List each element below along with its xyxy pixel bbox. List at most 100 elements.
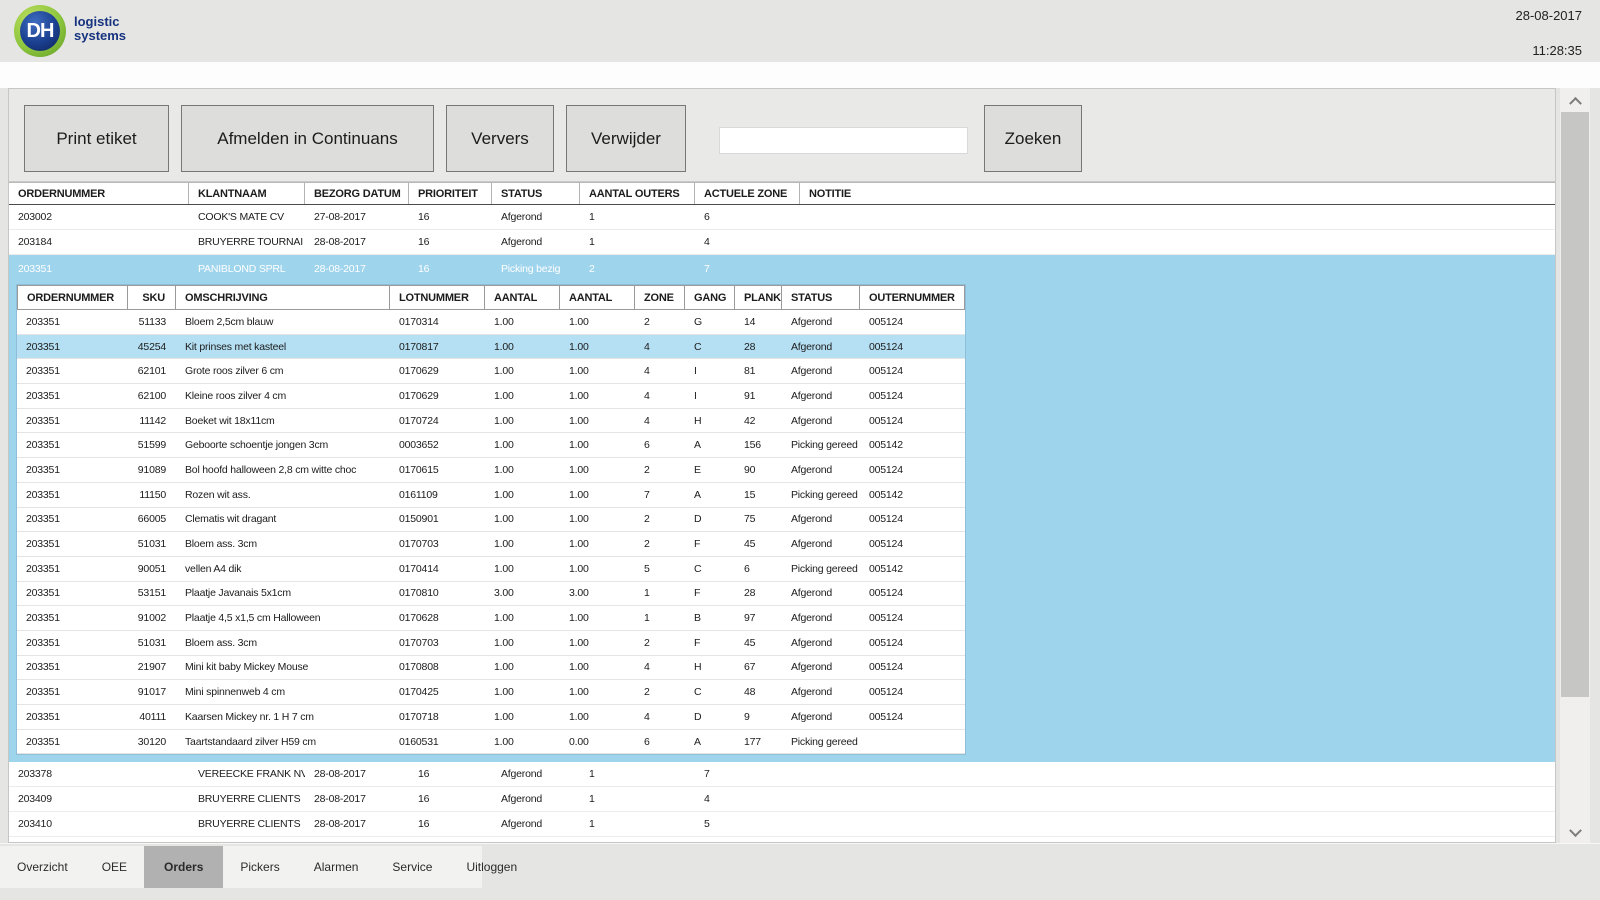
table-row[interactable]: 20335130120Taartstandaard zilver H59 cm0… xyxy=(17,730,965,755)
scroll-down-button[interactable] xyxy=(1560,821,1590,845)
table-cell: G xyxy=(685,310,735,334)
table-row[interactable]: 20335162101Grote roos zilver 6 cm0170629… xyxy=(17,359,965,384)
table-row[interactable]: 20335111142Boeket wit 18x11cm01707241.00… xyxy=(17,409,965,434)
table-cell: 005124 xyxy=(860,656,965,680)
table-cell: 45 xyxy=(735,532,782,556)
table-row[interactable]: 20335151599Geboorte schoentje jongen 3cm… xyxy=(17,433,965,458)
table-cell: 1.00 xyxy=(560,433,635,457)
table-row[interactable]: 20335140111Kaarsen Mickey nr. 1 H 7 cm01… xyxy=(17,705,965,730)
table-row[interactable]: 20335190051vellen A4 dik01704141.001.005… xyxy=(17,557,965,582)
scrollbar-thumb[interactable] xyxy=(1561,112,1589,697)
table-cell: BEZORG DATUM xyxy=(305,183,409,204)
table-row[interactable]: 20335151133Bloem 2,5cm blauw01703141.001… xyxy=(17,310,965,335)
scroll-up-button[interactable] xyxy=(1560,88,1590,112)
table-cell: 1.00 xyxy=(485,409,560,433)
table-row[interactable]: 203002COOK'S MATE CV27-08-201716Afgerond… xyxy=(9,205,1555,230)
table-cell: 4 xyxy=(635,359,685,383)
nav-item-uitloggen[interactable]: Uitloggen xyxy=(449,846,534,888)
table-row[interactable]: 20335151031Bloem ass. 3cm01707031.001.00… xyxy=(17,631,965,656)
table-cell: 1.00 xyxy=(485,532,560,556)
table-row[interactable]: 20335111150Rozen wit ass.01611091.001.00… xyxy=(17,483,965,508)
vertical-scrollbar[interactable] xyxy=(1560,88,1590,845)
table-cell: 1.00 xyxy=(485,508,560,532)
table-cell: 2 xyxy=(635,532,685,556)
table-row[interactable]: 20335166005Clematis wit dragant01509011.… xyxy=(17,508,965,533)
table-cell: KLANTNAAM xyxy=(189,183,305,204)
table-cell: Plaatje 4,5 x1,5 cm Halloween xyxy=(176,606,390,630)
table-cell: 1.00 xyxy=(560,631,635,655)
nav-item-alarmen[interactable]: Alarmen xyxy=(297,846,376,888)
table-cell: Plaatje Javanais 5x1cm xyxy=(176,582,390,606)
table-cell: 1.00 xyxy=(560,359,635,383)
table-row[interactable]: 203409BRUYERRE CLIENTS28-08-201716Afgero… xyxy=(9,787,1555,812)
table-cell: 48 xyxy=(735,680,782,704)
table-cell: 51133 xyxy=(128,310,176,334)
table-cell: Picking gereed xyxy=(782,433,860,457)
table-row[interactable]: 203410BRUYERRE CLIENTS28-08-201716Afgero… xyxy=(9,812,1555,837)
table-cell: Clematis wit dragant xyxy=(176,508,390,532)
nav-item-overzicht[interactable]: Overzicht xyxy=(0,846,85,888)
table-row[interactable]: 20335191017Mini spinnenweb 4 cm01704251.… xyxy=(17,680,965,705)
table-cell: Afgerond xyxy=(782,458,860,482)
table-cell: 1.00 xyxy=(560,705,635,729)
table-cell: 7 xyxy=(695,762,800,786)
table-cell: 21907 xyxy=(128,656,176,680)
table-cell: 1.00 xyxy=(485,384,560,408)
table-cell: 1 xyxy=(580,787,695,811)
nav-item-pickers[interactable]: Pickers xyxy=(223,846,296,888)
table-cell: 45254 xyxy=(128,335,176,359)
afmelden-continuans-button[interactable]: Afmelden in Continuans xyxy=(181,105,434,172)
table-cell: 1 xyxy=(580,762,695,786)
zoeken-button[interactable]: Zoeken xyxy=(984,105,1082,172)
table-cell: COOK'S MATE CV xyxy=(189,205,305,229)
table-cell: 1.00 xyxy=(560,384,635,408)
table-cell: 203002 xyxy=(9,205,189,229)
orders-panel: Print etiket Afmelden in Continuans Verv… xyxy=(8,88,1556,843)
table-cell: 1.00 xyxy=(485,606,560,630)
table-cell: 005124 xyxy=(860,359,965,383)
table-cell: Afgerond xyxy=(492,787,580,811)
table-cell: 1.00 xyxy=(560,606,635,630)
table-cell: 203351 xyxy=(17,335,128,359)
verwijder-button[interactable]: Verwijder xyxy=(566,105,686,172)
table-cell: 203378 xyxy=(9,762,189,786)
table-cell: Afgerond xyxy=(782,656,860,680)
table-cell: 0170425 xyxy=(390,680,485,704)
table-row[interactable]: 20335121907Mini kit baby Mickey Mouse017… xyxy=(17,656,965,681)
table-cell: AANTAL OUTERS xyxy=(580,183,695,204)
ververs-button[interactable]: Ververs xyxy=(446,105,554,172)
table-cell: C xyxy=(685,335,735,359)
table-cell: F xyxy=(685,532,735,556)
table-row[interactable]: 203184BRUYERRE TOURNAI SPRL28-08-201716A… xyxy=(9,230,1555,255)
selected-order-row[interactable]: 203351PANIBLOND SPRL28-08-201716Picking … xyxy=(9,255,1555,282)
table-row[interactable]: 20335162100Kleine roos zilver 4 cm017062… xyxy=(17,384,965,409)
table-cell: 1 xyxy=(580,812,695,836)
chevron-down-icon xyxy=(1569,824,1582,837)
table-cell: 0170718 xyxy=(390,705,485,729)
table-cell: 90 xyxy=(735,458,782,482)
table-cell: A xyxy=(685,433,735,457)
table-cell: 16 xyxy=(409,812,492,836)
nav-item-service[interactable]: Service xyxy=(375,846,449,888)
table-row[interactable]: 20335151031Bloem ass. 3cm01707031.001.00… xyxy=(17,532,965,557)
table-cell: Bloem ass. 3cm xyxy=(176,532,390,556)
table-cell: 0170703 xyxy=(390,532,485,556)
table-row[interactable]: 20335153151Plaatje Javanais 5x1cm0170810… xyxy=(17,582,965,607)
table-cell: 005124 xyxy=(860,508,965,532)
table-cell: 2 xyxy=(635,631,685,655)
table-cell: 62100 xyxy=(128,384,176,408)
table-cell: 005124 xyxy=(860,532,965,556)
table-cell: STATUS xyxy=(492,183,580,204)
table-cell: OMSCHRIJVING xyxy=(176,285,390,310)
table-row[interactable]: 20335145254Kit prinses met kasteel017081… xyxy=(17,335,965,360)
table-row[interactable]: 203378VEREECKE FRANK NV28-08-201716Afger… xyxy=(9,762,1555,787)
table-row[interactable]: 20335191089Bol hoofd halloween 2,8 cm wi… xyxy=(17,458,965,483)
table-cell xyxy=(800,787,1555,811)
table-cell: 203351 xyxy=(9,255,189,282)
search-input[interactable] xyxy=(719,127,968,154)
nav-item-oee[interactable]: OEE xyxy=(85,846,144,888)
table-row[interactable]: 20335191002Plaatje 4,5 x1,5 cm Halloween… xyxy=(17,606,965,631)
table-cell: Geboorte schoentje jongen 3cm xyxy=(176,433,390,457)
print-etiket-button[interactable]: Print etiket xyxy=(24,105,169,172)
nav-item-orders[interactable]: Orders xyxy=(144,846,223,888)
